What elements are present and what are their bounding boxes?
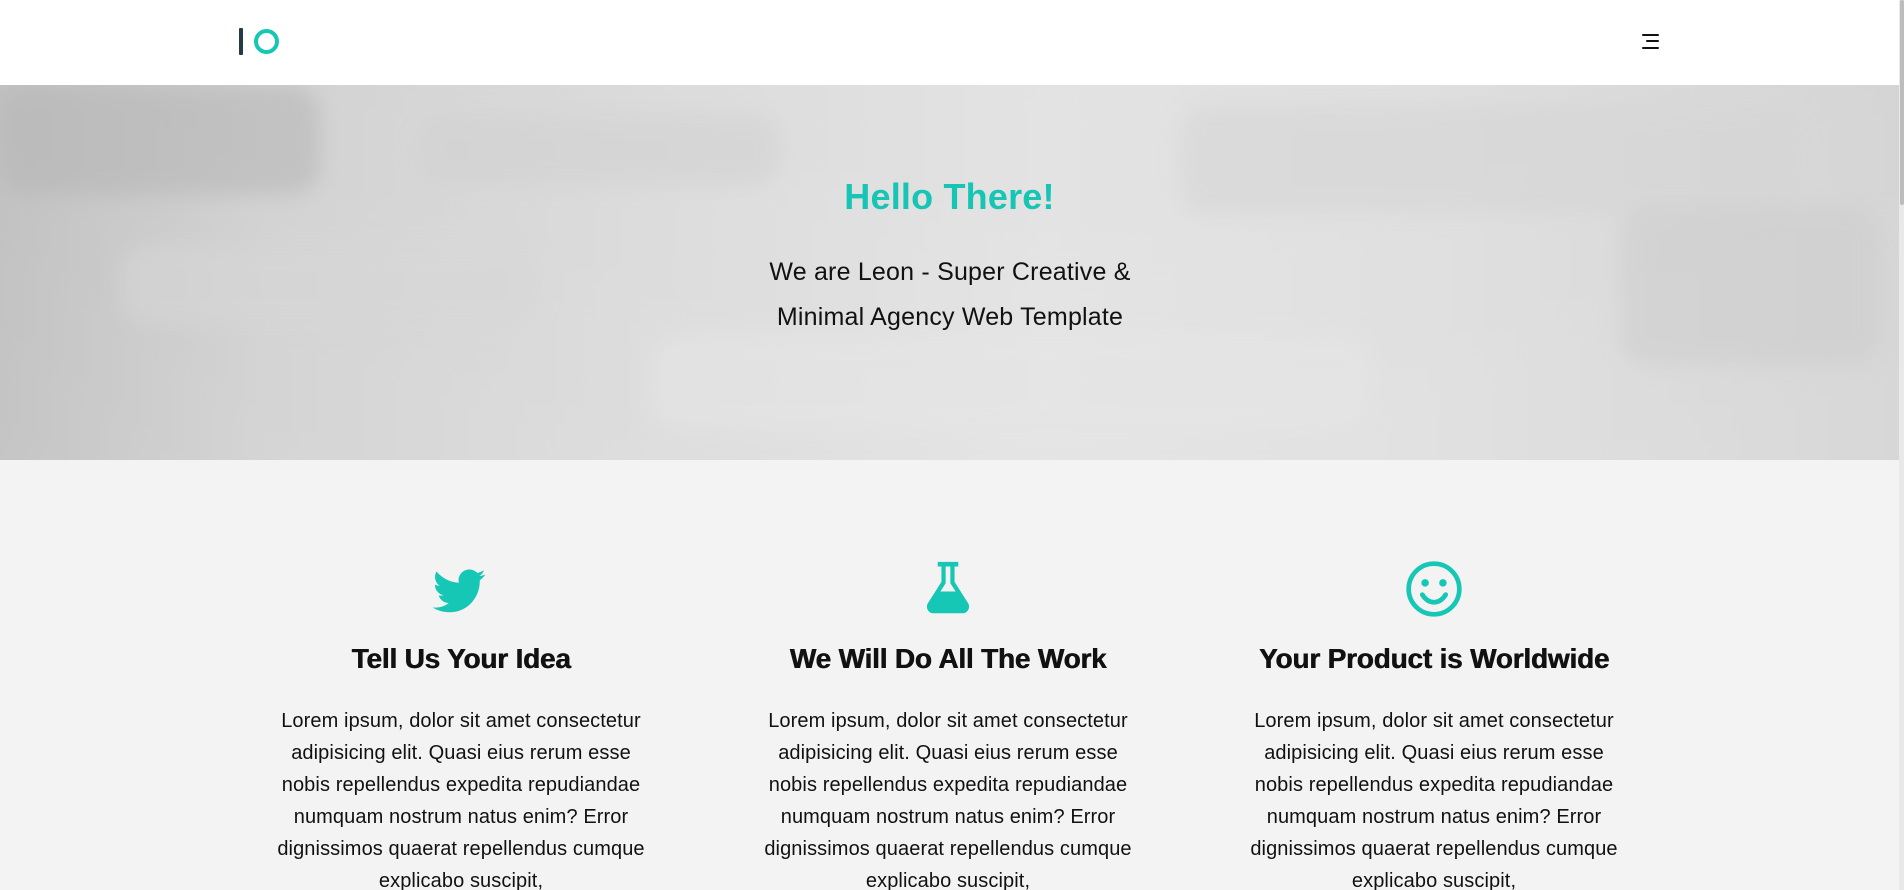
menu-icon-line-middle: [1646, 40, 1659, 42]
menu-icon-line-top: [1642, 34, 1659, 36]
logo[interactable]: [239, 26, 283, 56]
vertical-scrollbar[interactable]: [1899, 0, 1904, 890]
page-content: Hello There! We are Leon - Super Creativ…: [0, 0, 1899, 890]
menu-button[interactable]: [1640, 32, 1664, 51]
logo-bar-shape: [239, 27, 243, 55]
flask-icon: [926, 561, 970, 614]
hero-background-blur: [650, 335, 1370, 430]
scrollbar-thumb[interactable]: [1900, 0, 1904, 205]
feature-card: We Will Do All The Work Lorem ipsum, dol…: [748, 460, 1148, 890]
feature-card: Tell Us Your Idea Lorem ipsum, dolor sit…: [261, 460, 661, 890]
feature-card: Your Product is Worldwide Lorem ipsum, d…: [1234, 460, 1634, 890]
logo-ring-shape: [254, 28, 279, 54]
feature-text: Lorem ipsum, dolor sit amet consectetur …: [277, 710, 645, 890]
hero-subtitle: We are Leon - Super Creative & Minimal A…: [769, 258, 1131, 331]
feature-text: Lorem ipsum, dolor sit amet consectetur …: [764, 710, 1132, 890]
landing-page: Hello There! We are Leon - Super Creativ…: [0, 0, 1904, 890]
menu-icon-line-bottom: [1642, 47, 1659, 49]
features-section: Tell Us Your Idea Lorem ipsum, dolor sit…: [0, 460, 1899, 890]
feature-title: Your Product is Worldwide: [1258, 643, 1610, 674]
hero-background-blur: [120, 245, 540, 325]
smile-icon: [1406, 561, 1462, 617]
twitter-bird-icon: [432, 569, 486, 613]
feature-title: Tell Us Your Idea: [351, 643, 571, 674]
hero-title: Hello There!: [844, 176, 1055, 217]
feature-text: Lorem ipsum, dolor sit amet consectetur …: [1250, 710, 1618, 890]
feature-title: We Will Do All The Work: [789, 643, 1107, 674]
site-header: [0, 0, 1899, 85]
hero-section: Hello There! We are Leon - Super Creativ…: [0, 85, 1899, 460]
hero-background-blur: [1620, 205, 1880, 365]
